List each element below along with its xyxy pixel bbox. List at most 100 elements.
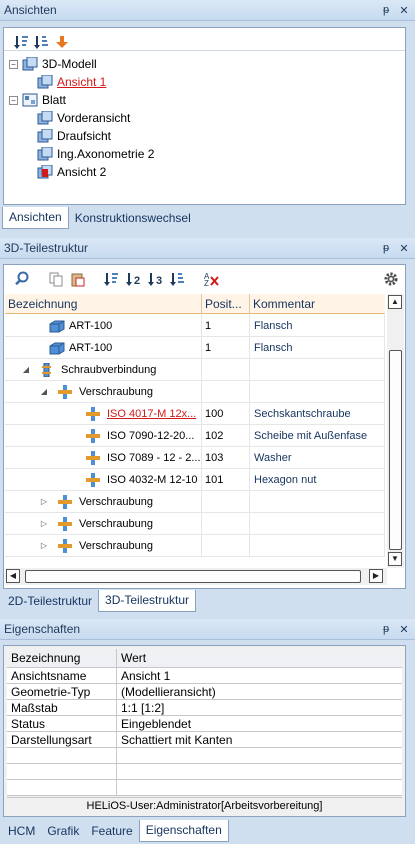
views-panel-body: − 3D-Modell Ansicht 1 − Blatt Vorderansi… (3, 27, 406, 205)
row-position (202, 381, 250, 402)
paste-icon[interactable] (70, 271, 86, 287)
column-header-position[interactable]: Posit... (202, 294, 250, 313)
property-value[interactable]: (Modellieransicht) (117, 684, 402, 699)
row-comment: Hexagon nut (250, 469, 385, 490)
tab-3d-structure[interactable]: 3D-Teilestruktur (98, 590, 197, 612)
row-position: 101 (202, 469, 250, 490)
tree-item-sheet[interactable]: − Blatt (9, 91, 66, 109)
property-value[interactable]: Eingeblendet (117, 716, 402, 731)
parts-toolbar: 2 3 AZ (8, 268, 220, 290)
tab-design-change[interactable]: Konstruktionswechsel (69, 208, 197, 229)
table-row[interactable]: ART-100 1 Flansch (5, 315, 385, 337)
table-row[interactable]: ISO 4017-M 12x... 100 Sechskantschraube (5, 403, 385, 425)
column-header-comment[interactable]: Kommentar (250, 294, 385, 313)
scroll-down-icon[interactable]: ▼ (388, 552, 402, 566)
property-value[interactable]: 1:1 [1:2] (117, 700, 402, 715)
tree-item-top-view[interactable]: Draufsicht (37, 127, 111, 145)
sort-ascending-icon[interactable] (14, 34, 30, 50)
collapse-icon[interactable]: − (9, 95, 18, 105)
tree-label: 3D-Modell (42, 57, 97, 71)
property-row[interactable]: Status Eingeblendet (7, 716, 402, 732)
parts-panel-header: 3D-Teilestruktur ᵽ ✕ (0, 238, 415, 259)
clear-sort-icon[interactable]: AZ (204, 271, 220, 288)
vertical-scrollbar[interactable]: ▲ ▼ (387, 294, 404, 568)
tab-2d-structure[interactable]: 2D-Teilestruktur (2, 591, 98, 612)
copy-icon[interactable] (48, 271, 64, 287)
tree-item-view-1[interactable]: Ansicht 1 (37, 73, 106, 91)
row-name: ISO 4032-M 12-10 (107, 473, 198, 486)
row-comment: Flansch (250, 337, 385, 358)
sort-level-3-icon[interactable]: 3 (148, 271, 164, 287)
sort-descending-icon[interactable] (170, 271, 186, 287)
bolted-connection-icon (57, 384, 73, 399)
property-row[interactable]: Ansichtsname Ansicht 1 (7, 668, 402, 684)
tree-item-3d-model[interactable]: − 3D-Modell (9, 55, 97, 73)
tree-item-axonometric-view[interactable]: Ing.Axonometrie 2 (37, 145, 154, 163)
expand-arrow-icon[interactable]: ▷ (39, 535, 49, 556)
tree-label: Ing.Axonometrie 2 (57, 147, 155, 161)
property-row[interactable]: Maßstab 1:1 [1:2] (7, 700, 402, 716)
table-row[interactable]: ISO 7089 - 12 - 2... 103 Washer (5, 447, 385, 469)
table-row[interactable]: ◢ Schraubverbindung (5, 359, 385, 381)
close-icon[interactable]: ✕ (397, 4, 411, 17)
expand-arrow-icon[interactable]: ▷ (39, 491, 49, 512)
bolted-connection-icon (57, 516, 73, 531)
sort-ascending-icon[interactable] (104, 271, 120, 287)
horizontal-scrollbar[interactable]: ◀ ▶ (5, 568, 387, 585)
tree-item-front-view[interactable]: Vorderansicht (37, 109, 130, 127)
table-row[interactable]: ART-100 1 Flansch (5, 337, 385, 359)
parts-grid-header: Bezeichnung Posit... Kommentar (5, 294, 385, 314)
tab-feature[interactable]: Feature (85, 821, 138, 842)
row-name: ART-100 (69, 319, 113, 332)
collapse-arrow-icon[interactable]: ◢ (21, 359, 31, 380)
close-icon[interactable]: ✕ (397, 242, 411, 255)
property-value[interactable]: Schattiert mit Kanten (117, 732, 402, 747)
table-row[interactable]: ◢ Verschraubung (5, 381, 385, 403)
pin-icon[interactable]: ᵽ (379, 4, 393, 16)
scroll-left-icon[interactable]: ◀ (6, 569, 20, 583)
collapse-arrow-icon[interactable]: ◢ (39, 381, 49, 402)
property-row[interactable]: Darstellungsart Schattiert mit Kanten (7, 732, 402, 748)
tab-graphics[interactable]: Grafik (41, 821, 85, 842)
pin-icon[interactable]: ᵽ (379, 242, 393, 254)
table-row[interactable]: ▷ Verschraubung (5, 535, 385, 557)
tree-item-view-2[interactable]: Ansicht 2 (37, 163, 106, 181)
sort-level-2-icon[interactable]: 2 (126, 271, 142, 287)
arrow-down-icon[interactable] (54, 34, 70, 50)
expand-arrow-icon[interactable]: ▷ (39, 513, 49, 534)
table-row[interactable]: ISO 7090-12-20... 102 Scheibe mit Außenf… (5, 425, 385, 447)
views-tabs: Ansichten Konstruktionswechsel (0, 207, 415, 229)
status-bar-text: HELiOS-User:Administrator[Arbeitsvorbere… (7, 797, 402, 814)
sort-descending-icon[interactable] (34, 34, 50, 50)
horizontal-scroll-thumb[interactable] (25, 570, 361, 583)
search-icon[interactable] (14, 271, 30, 287)
tab-hcm[interactable]: HCM (2, 821, 41, 842)
parts-tabs: 2D-Teilestruktur 3D-Teilestruktur (0, 590, 415, 612)
sheet-icon (22, 93, 38, 107)
property-row[interactable]: Geometrie-Typ (Modellieransicht) (7, 684, 402, 700)
table-row[interactable]: ISO 4032-M 12-10 101 Hexagon nut (5, 469, 385, 491)
tab-views[interactable]: Ansichten (2, 207, 69, 229)
property-name: Darstellungsart (7, 732, 117, 747)
empty-property-row (7, 748, 402, 764)
row-name: Verschraubung (79, 495, 153, 508)
settings-gear-icon[interactable] (383, 271, 399, 287)
properties-tabs: HCM Grafik Feature Eigenschaften (0, 820, 415, 842)
scroll-up-icon[interactable]: ▲ (388, 295, 402, 309)
svg-text:3: 3 (156, 275, 162, 287)
row-comment (250, 359, 385, 380)
table-row[interactable]: ▷ Verschraubung (5, 513, 385, 535)
collapse-icon[interactable]: − (9, 59, 18, 69)
properties-column-name: Bezeichnung (7, 649, 117, 667)
scroll-right-icon[interactable]: ▶ (369, 569, 383, 583)
table-row[interactable]: ▷ Verschraubung (5, 491, 385, 513)
column-header-name[interactable]: Bezeichnung (5, 294, 202, 313)
property-value[interactable]: Ansicht 1 (117, 668, 402, 683)
vertical-scroll-thumb[interactable] (389, 350, 402, 550)
parts-panel-body: 2 3 AZ Bezeichnung Posit... Kommentar AR… (3, 264, 406, 589)
tab-properties[interactable]: Eigenschaften (138, 820, 229, 842)
screw-icon (85, 406, 101, 421)
row-position: 1 (202, 337, 250, 358)
close-icon[interactable]: ✕ (397, 623, 411, 636)
pin-icon[interactable]: ᵽ (379, 623, 393, 635)
